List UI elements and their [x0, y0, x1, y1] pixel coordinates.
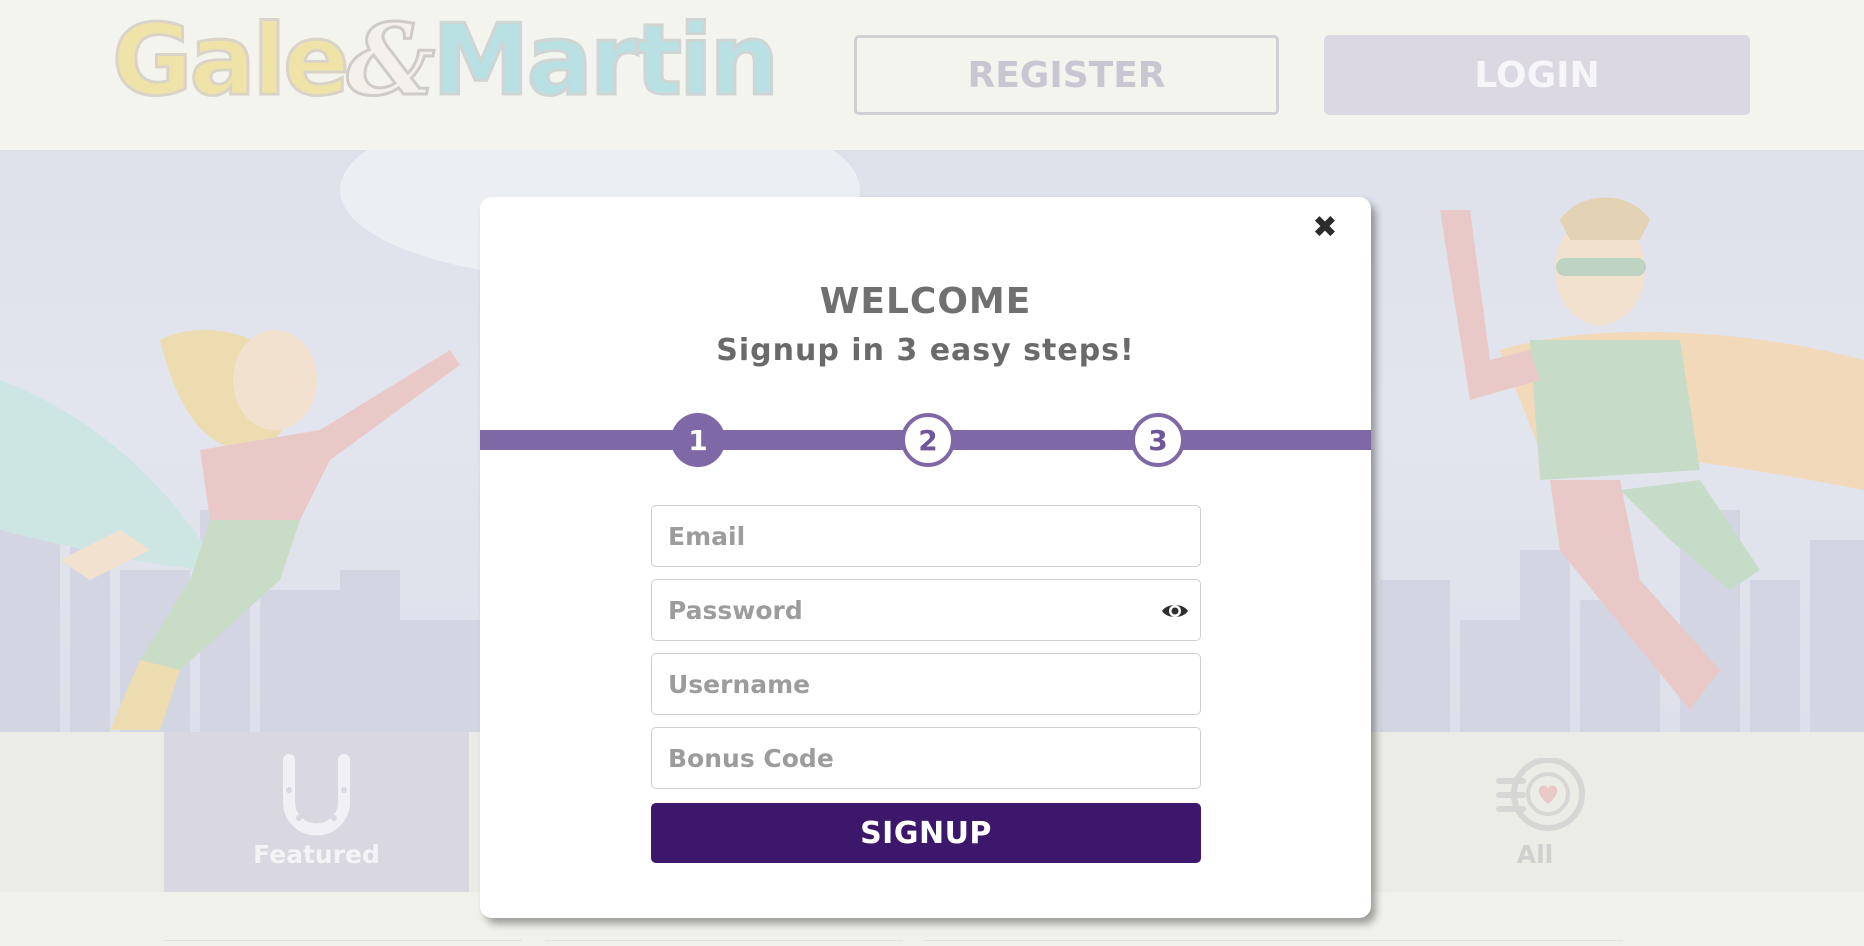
username-input[interactable]	[652, 654, 1200, 714]
signup-modal: ✖ WELCOME Signup in 3 easy steps! 1 2 3 …	[480, 197, 1371, 918]
step-indicator-2: 2	[901, 413, 955, 467]
register-button[interactable]: REGISTER	[854, 35, 1279, 115]
category-featured[interactable]: Featured	[164, 732, 469, 892]
email-input[interactable]	[652, 506, 1200, 566]
eye-icon[interactable]	[1160, 598, 1190, 624]
modal-subtitle: Signup in 3 easy steps!	[716, 333, 1135, 368]
step-indicator-1: 1	[671, 413, 725, 467]
bonus-code-input[interactable]	[652, 728, 1200, 788]
horseshoe-icon	[283, 754, 350, 836]
password-field[interactable]	[651, 579, 1201, 641]
content-card-edge	[164, 940, 522, 946]
login-button[interactable]: LOGIN	[1324, 35, 1750, 115]
modal-title: WELCOME	[819, 281, 1032, 322]
bonus-code-field[interactable]	[651, 727, 1201, 789]
logo-ampersand: &	[345, 3, 437, 118]
site-header: Gale&Martin REGISTER LOGIN	[0, 0, 1864, 150]
content-card-edge	[545, 940, 903, 946]
category-all-label: All	[1516, 840, 1554, 869]
category-all[interactable]: All	[1440, 732, 1630, 892]
signup-button[interactable]: SIGNUP	[651, 803, 1201, 863]
logo-word-gale: Gale	[111, 4, 352, 118]
password-input[interactable]	[652, 580, 1200, 640]
username-field[interactable]	[651, 653, 1201, 715]
category-featured-label: Featured	[253, 840, 380, 869]
logo-word-martin: Martin	[431, 4, 781, 118]
step-indicator-3: 3	[1131, 413, 1185, 467]
close-icon[interactable]: ✖	[1309, 210, 1341, 245]
gale-and-martin-logo[interactable]: Gale&Martin	[111, 10, 781, 112]
email-field[interactable]	[651, 505, 1201, 567]
content-card-edge	[925, 940, 1623, 946]
